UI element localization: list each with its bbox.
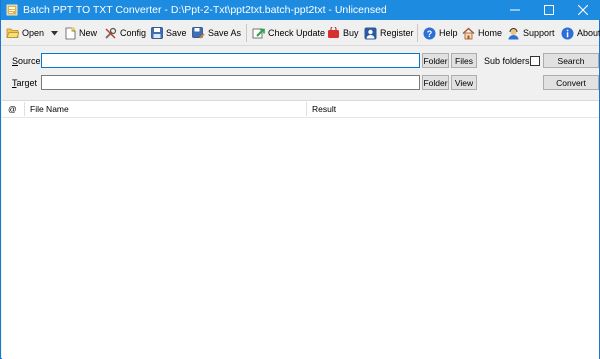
open-dropdown-button[interactable] (51, 24, 61, 42)
source-folder-button[interactable]: Folder (422, 53, 449, 68)
column-header-status[interactable]: @ (8, 101, 24, 117)
column-divider[interactable] (306, 102, 307, 116)
home-button[interactable]: Home (462, 24, 502, 42)
subfolders-label: Sub folders (484, 56, 530, 66)
folder-open-icon (6, 28, 19, 38)
register-icon (364, 27, 377, 39)
source-files-button[interactable]: Files (451, 53, 477, 68)
file-list[interactable]: @ File Name Result (2, 100, 599, 359)
info-icon (561, 27, 574, 39)
maximize-button[interactable] (532, 0, 566, 20)
source-label: Source (12, 56, 41, 66)
column-divider[interactable] (24, 102, 25, 116)
check-update-button[interactable]: Check Update (252, 24, 325, 42)
close-button[interactable] (566, 0, 600, 20)
convert-button[interactable]: Convert (543, 75, 599, 90)
help-button[interactable]: ? Help (423, 24, 458, 42)
column-header-result[interactable]: Result (312, 101, 592, 117)
update-icon (252, 28, 265, 38)
target-view-button[interactable]: View (451, 75, 477, 90)
support-button[interactable]: Support (507, 24, 555, 42)
app-window: Batch PPT TO TXT Converter - D:\Ppt-2-Tx… (0, 0, 600, 359)
new-file-icon (65, 26, 76, 39)
cart-icon (328, 27, 339, 38)
search-button[interactable]: Search (543, 53, 599, 68)
minimize-button[interactable] (498, 0, 532, 20)
target-label: Target (12, 78, 38, 88)
open-button[interactable]: Open (6, 24, 44, 42)
target-folder-button[interactable]: Folder (422, 75, 449, 90)
target-input[interactable] (41, 75, 420, 90)
close-icon (578, 5, 588, 15)
save-as-button[interactable]: Save As (192, 24, 241, 42)
app-icon (6, 4, 18, 16)
home-icon (462, 27, 475, 39)
tools-icon (105, 27, 117, 39)
register-button[interactable]: Register (364, 24, 414, 42)
config-button[interactable]: Config (104, 24, 146, 42)
help-icon: ? (423, 27, 436, 39)
buy-button[interactable]: Buy (327, 24, 359, 42)
subfolders-checkbox[interactable] (530, 56, 540, 66)
dropdown-arrow-icon (51, 30, 58, 35)
support-icon (508, 27, 519, 39)
file-list-header: @ File Name Result (2, 101, 599, 118)
svg-text:?: ? (427, 28, 433, 38)
save-button[interactable]: Save (151, 24, 187, 42)
new-button[interactable]: New (65, 24, 97, 42)
save-icon (151, 27, 163, 39)
toolbar: Open New Config Save Save As Check Updat… (1, 21, 600, 46)
title-bar[interactable]: Batch PPT TO TXT Converter - D:\Ppt-2-Tx… (1, 0, 600, 20)
window-title: Batch PPT TO TXT Converter - D:\Ppt-2-Tx… (23, 4, 387, 16)
source-input[interactable] (41, 53, 420, 68)
toolbar-separator (246, 24, 247, 42)
column-header-file-name[interactable]: File Name (30, 101, 300, 117)
save-as-icon (192, 27, 205, 39)
maximize-icon (544, 5, 554, 15)
about-button[interactable]: About (561, 24, 600, 42)
toolbar-separator (417, 24, 418, 42)
minimize-icon (510, 9, 520, 11)
